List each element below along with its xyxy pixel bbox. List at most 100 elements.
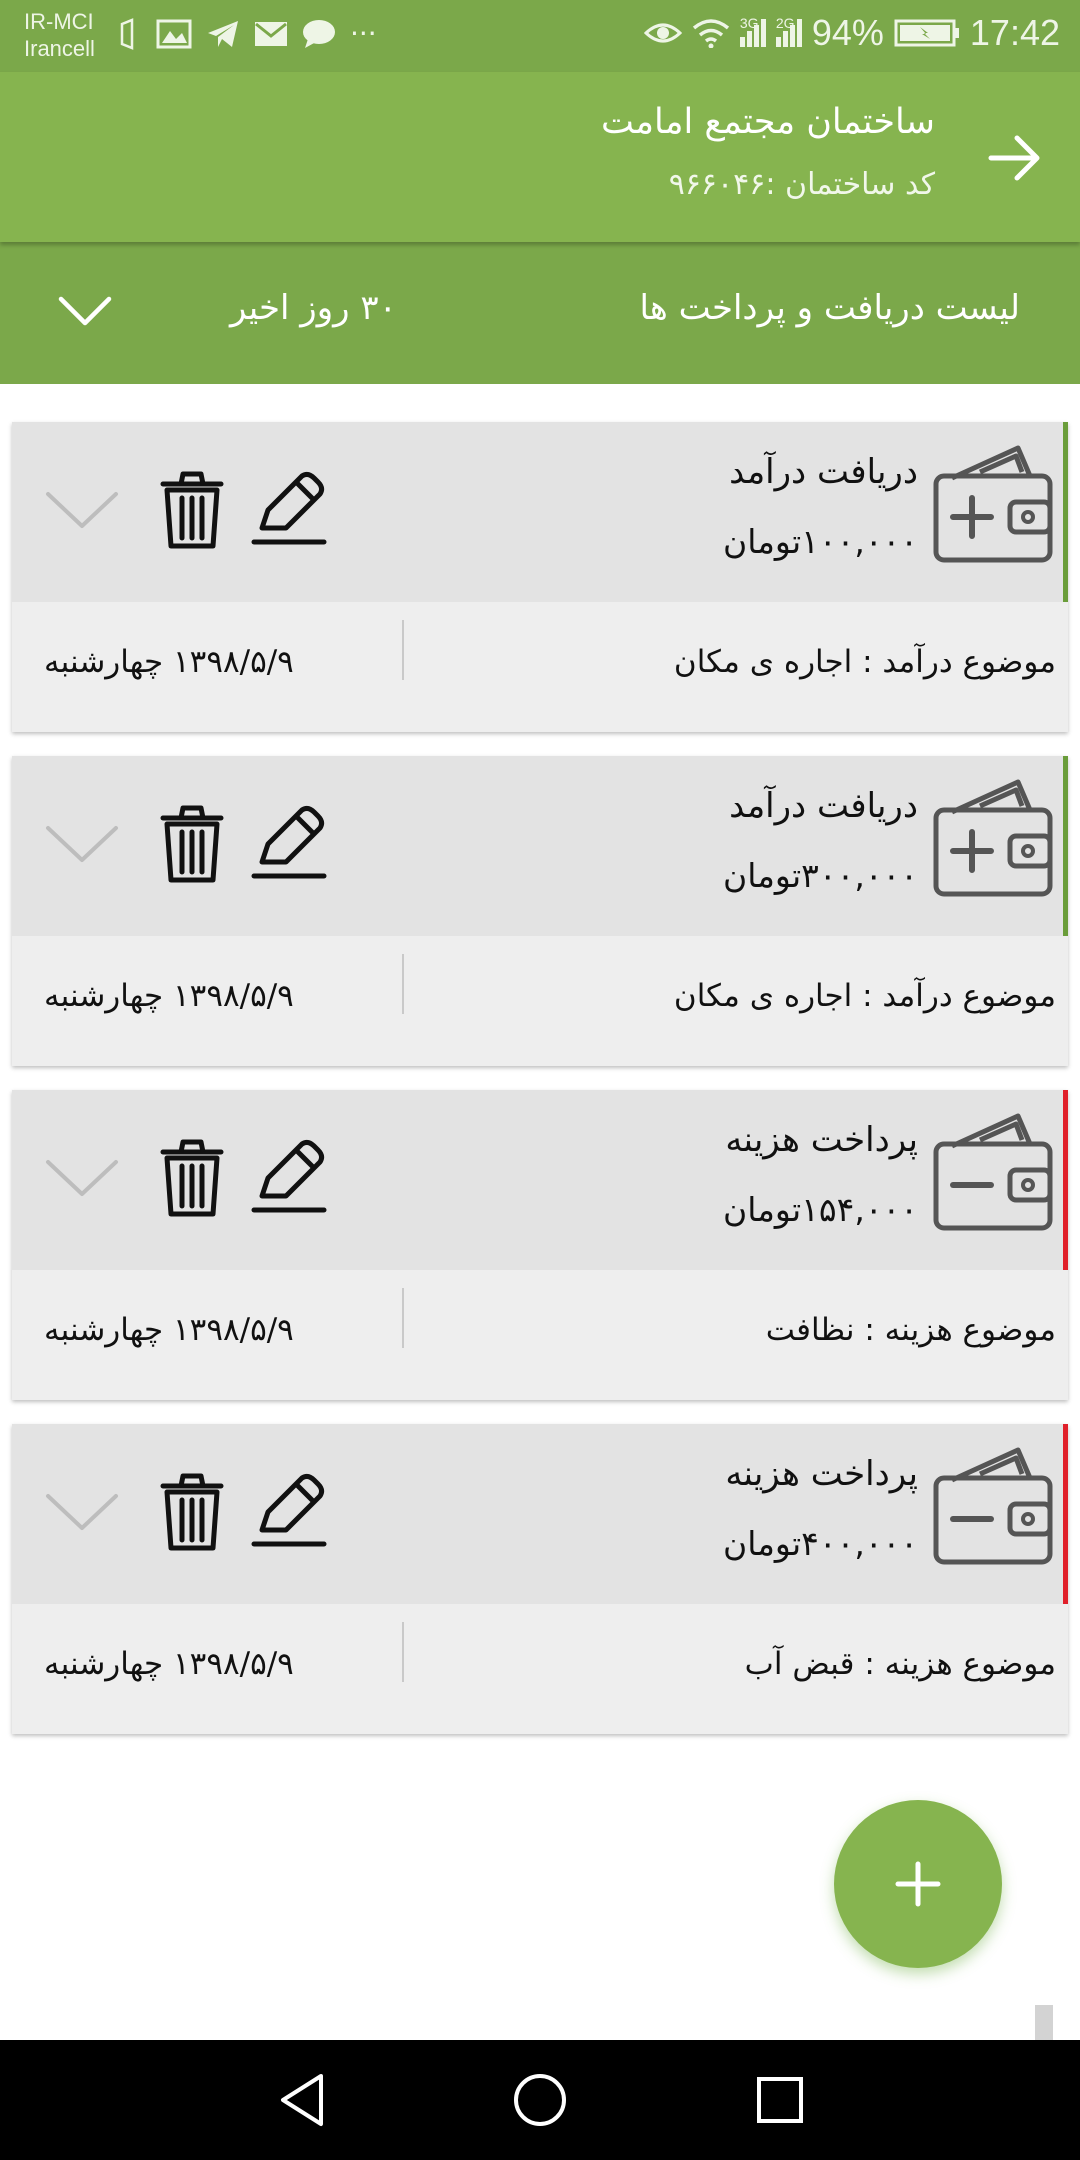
card-header: دریافت درآمد ۱۰۰,۰۰۰تومان: [12, 422, 1068, 602]
card-details: موضوع درآمد : اجاره ی مکان ۱۳۹۸/۵/۹ چهارش…: [12, 602, 1068, 732]
wallet-plus-icon: [930, 774, 1056, 900]
gallery-icon: [156, 19, 192, 49]
transaction-subject: موضوع هزینه : نظافت: [765, 1312, 1056, 1348]
edit-button[interactable]: [248, 1472, 328, 1556]
expand-button[interactable]: [42, 482, 122, 542]
list-title: لیست دریافت و پرداخت ها: [639, 288, 1020, 328]
pencil-icon: [248, 1472, 328, 1556]
transaction-card[interactable]: دریافت درآمد ۳۰۰,۰۰۰تومان موضوع درآمد : اج…: [12, 756, 1068, 1066]
delete-button[interactable]: [152, 1472, 232, 1556]
chat-icon: [303, 20, 335, 48]
signal-1-icon: 3G: [739, 15, 766, 47]
transaction-subject: موضوع درآمد : اجاره ی مکان: [673, 978, 1056, 1014]
app-bar: ساختمان مجتمع امامت کد ساختمان :۹۶۶۰۴۶: [0, 72, 1080, 242]
chevron-down-icon: [44, 488, 120, 536]
plus-icon: [895, 1861, 941, 1907]
transaction-type: پرداخت هزینه: [725, 1120, 918, 1160]
triangle-back-icon: [281, 2074, 323, 2126]
chevron-down-icon: [44, 822, 120, 870]
add-transaction-button[interactable]: [834, 1800, 1002, 1968]
expand-button[interactable]: [42, 1150, 122, 1210]
card-details: موضوع هزینه : نظافت ۱۳۹۸/۵/۹ چهارشنبه: [12, 1270, 1068, 1400]
signal-2-icon: 2G: [775, 15, 802, 47]
carrier-label: IR-MCI Irancell: [24, 8, 95, 62]
transaction-type: پرداخت هزینه: [725, 1454, 918, 1494]
telegram-icon: [208, 21, 238, 47]
clock: 17:42: [969, 12, 1060, 53]
wallet-plus-icon: [930, 440, 1056, 566]
expand-button[interactable]: [42, 1484, 122, 1544]
carrier-name-2: Irancell: [24, 36, 95, 61]
transaction-subject: موضوع درآمد : اجاره ی مکان: [673, 644, 1056, 680]
transaction-date: ۱۳۹۸/۵/۹ چهارشنبه: [44, 644, 294, 680]
pencil-icon: [248, 804, 328, 888]
navigation-bar: [0, 2040, 1080, 2160]
mute-icon: [120, 18, 134, 50]
details-divider: [402, 1622, 404, 1682]
transaction-type: دریافت درآمد: [729, 786, 918, 826]
chevron-down-icon: [58, 296, 112, 326]
transaction-amount: ۱۵۴,۰۰۰تومان: [722, 1190, 918, 1229]
wifi-icon: [692, 19, 729, 48]
transaction-card[interactable]: پرداخت هزینه ۴۰۰,۰۰۰تومان موضوع هزینه : قب…: [12, 1424, 1068, 1734]
carrier-name-1: IR-MCI: [24, 9, 94, 34]
building-code: کد ساختمان :۹۶۶۰۴۶: [668, 167, 935, 202]
delete-button[interactable]: [152, 1138, 232, 1222]
delete-button[interactable]: [152, 805, 232, 886]
card-header: دریافت درآمد ۳۰۰,۰۰۰تومان: [12, 756, 1068, 936]
transaction-type: دریافت درآمد: [729, 452, 918, 492]
details-divider: [402, 954, 404, 1014]
wallet-minus-icon: [930, 1108, 1056, 1234]
arrow-right-icon: [988, 135, 1040, 181]
circle-home-icon: [514, 2074, 566, 2126]
transaction-card[interactable]: پرداخت هزینه ۱۵۴,۰۰۰تومان موضوع هزینه : نظ…: [12, 1090, 1068, 1400]
battery-percent: 94%: [811, 12, 884, 53]
date-range-dropdown[interactable]: [50, 287, 120, 337]
mail-icon: [255, 22, 287, 46]
date-range-label[interactable]: ۳۰ روز اخیر: [230, 288, 397, 328]
chevron-down-icon: [44, 1490, 120, 1538]
transaction-date: ۱۳۹۸/۵/۹ چهارشنبه: [44, 1312, 294, 1348]
transaction-date: ۱۳۹۸/۵/۹ چهارشنبه: [44, 978, 294, 1014]
building-name: ساختمان مجتمع امامت: [600, 102, 935, 142]
edit-button[interactable]: [248, 470, 328, 554]
nav-home-button[interactable]: [500, 2060, 580, 2140]
pencil-icon: [248, 1138, 328, 1222]
trash-icon: [157, 1138, 227, 1222]
battery-icon: [894, 19, 959, 47]
details-divider: [402, 620, 404, 680]
expand-button[interactable]: [42, 816, 122, 876]
card-accent-bar: [1063, 756, 1068, 936]
network-type-1: 3G: [739, 15, 759, 31]
card-header: پرداخت هزینه ۱۵۴,۰۰۰تومان: [12, 1090, 1068, 1270]
card-header: پرداخت هزینه ۴۰۰,۰۰۰تومان: [12, 1424, 1068, 1604]
chevron-down-icon: [44, 1156, 120, 1204]
transaction-amount: ۳۰۰,۰۰۰تومان: [722, 856, 918, 895]
filter-bar: لیست دریافت و پرداخت ها ۳۰ روز اخیر: [0, 242, 1080, 384]
back-button[interactable]: [984, 127, 1046, 189]
transaction-card[interactable]: دریافت درآمد ۱۰۰,۰۰۰تومان موضوع درآمد : اج…: [12, 422, 1068, 732]
square-recents-icon: [757, 2077, 803, 2123]
card-details: موضوع درآمد : اجاره ی مکان ۱۳۹۸/۵/۹ چهارش…: [12, 936, 1068, 1066]
trash-icon: [157, 470, 227, 554]
card-details: موضوع هزینه : قبض آب ۱۳۹۸/۵/۹ چهارشنبه: [12, 1604, 1068, 1734]
wallet-minus-icon: [930, 1442, 1056, 1568]
system-indicators: 3G 2G 94% 17:42: [643, 12, 1060, 54]
more-notifications-icon: ···: [350, 17, 377, 50]
pencil-icon: [248, 470, 328, 554]
nav-back-button[interactable]: [262, 2060, 342, 2140]
eye-icon: [643, 23, 682, 43]
transaction-subject: موضوع هزینه : قبض آب: [744, 1646, 1056, 1682]
edit-button[interactable]: [248, 1138, 328, 1222]
details-divider: [402, 1288, 404, 1348]
nav-recents-button[interactable]: [740, 2060, 820, 2140]
notification-icons: ···: [118, 18, 377, 50]
trash-icon: [157, 1472, 227, 1556]
card-accent-bar: [1063, 1090, 1068, 1270]
edit-button[interactable]: [248, 804, 328, 888]
transaction-amount: ۱۰۰,۰۰۰تومان: [722, 522, 918, 561]
delete-button[interactable]: [152, 470, 232, 554]
network-type-2: 2G: [775, 15, 795, 31]
transaction-amount: ۴۰۰,۰۰۰تومان: [722, 1524, 918, 1563]
card-accent-bar: [1063, 422, 1068, 602]
